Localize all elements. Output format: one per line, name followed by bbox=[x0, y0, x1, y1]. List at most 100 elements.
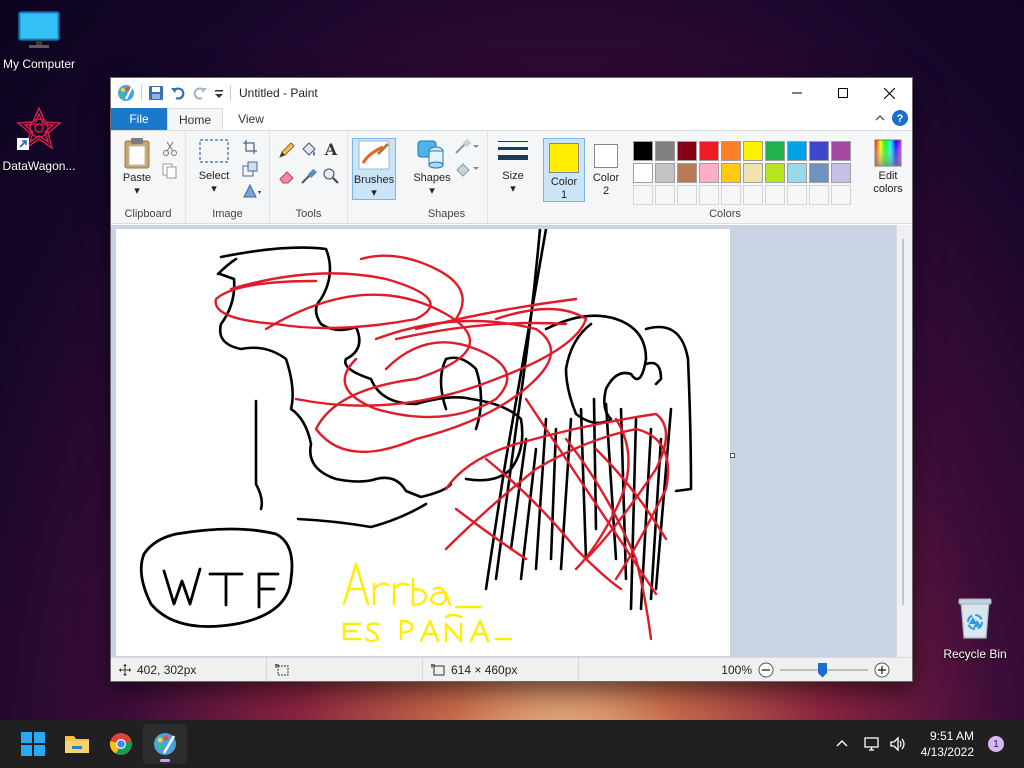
collapse-ribbon-icon[interactable] bbox=[874, 112, 886, 124]
scrollbar-thumb[interactable] bbox=[902, 239, 904, 605]
monitor-icon bbox=[18, 11, 60, 48]
palette-swatch[interactable] bbox=[699, 141, 719, 161]
save-icon[interactable] bbox=[148, 85, 164, 101]
outline-icon[interactable] bbox=[454, 139, 480, 155]
redo-icon[interactable] bbox=[192, 85, 208, 101]
color1-number: 1 bbox=[560, 189, 568, 201]
volume-icon[interactable] bbox=[889, 736, 907, 752]
cut-icon[interactable] bbox=[162, 141, 178, 157]
paint-app-icon bbox=[154, 733, 176, 755]
desktop-icon-datawagon[interactable]: DataWagon... bbox=[0, 106, 81, 173]
color-picker-icon[interactable] bbox=[300, 167, 318, 185]
select-button[interactable]: Select ▾ bbox=[194, 137, 234, 196]
color1-button[interactable]: Color 1 bbox=[543, 138, 585, 202]
chevron-up-icon[interactable] bbox=[835, 737, 849, 751]
palette-swatch[interactable] bbox=[809, 163, 829, 183]
palette-custom-swatch[interactable] bbox=[655, 185, 675, 205]
zoom-in-icon[interactable] bbox=[874, 662, 890, 678]
palette-swatch[interactable] bbox=[743, 163, 763, 183]
folder-icon bbox=[65, 736, 89, 753]
clock[interactable]: 9:51 AM 4/13/2022 bbox=[921, 728, 974, 760]
edit-colors-button[interactable]: Edit colors bbox=[868, 139, 908, 196]
zoom-slider-thumb[interactable] bbox=[818, 662, 827, 678]
palette-custom-swatch[interactable] bbox=[743, 185, 763, 205]
palette-swatch[interactable] bbox=[743, 141, 763, 161]
magnifier-icon[interactable] bbox=[322, 167, 340, 185]
customize-qat-icon[interactable] bbox=[214, 85, 224, 101]
taskbar-chrome[interactable] bbox=[99, 724, 143, 764]
fill-bucket-icon[interactable] bbox=[300, 141, 318, 159]
chevron-down-icon: ▾ bbox=[134, 185, 140, 197]
palette-swatch[interactable] bbox=[809, 141, 829, 161]
close-button[interactable] bbox=[866, 78, 912, 108]
palette-swatch[interactable] bbox=[655, 141, 675, 161]
palette-swatch[interactable] bbox=[787, 141, 807, 161]
maximize-button[interactable] bbox=[820, 78, 866, 108]
selection-size-icon bbox=[275, 663, 289, 675]
notification-badge[interactable]: 1 bbox=[988, 736, 1004, 752]
crop-icon[interactable] bbox=[242, 139, 258, 155]
paste-button[interactable]: Paste ▾ bbox=[117, 137, 157, 198]
fill-icon[interactable] bbox=[454, 161, 480, 177]
palette-custom-swatch[interactable] bbox=[787, 185, 807, 205]
palette-custom-swatch[interactable] bbox=[765, 185, 785, 205]
taskbar-paint[interactable] bbox=[143, 724, 187, 764]
eraser-icon[interactable] bbox=[278, 167, 296, 185]
zoom-out-icon[interactable] bbox=[758, 662, 774, 678]
palette-custom-swatch[interactable] bbox=[699, 185, 719, 205]
undo-icon[interactable] bbox=[170, 85, 186, 101]
minimize-button[interactable] bbox=[774, 78, 820, 108]
windows-logo-icon bbox=[21, 732, 45, 756]
palette-custom-swatch[interactable] bbox=[809, 185, 829, 205]
desktop-icon-my-computer[interactable]: My Computer bbox=[0, 10, 81, 71]
palette-swatch[interactable] bbox=[655, 163, 675, 183]
tab-home[interactable]: Home bbox=[167, 108, 223, 130]
desktop-icon-recycle-bin[interactable]: Recycle Bin bbox=[933, 596, 1017, 661]
resize-icon[interactable] bbox=[242, 161, 258, 177]
vertical-scrollbar[interactable] bbox=[896, 225, 912, 657]
pencil-icon[interactable] bbox=[278, 141, 296, 159]
copy-icon[interactable] bbox=[162, 163, 178, 179]
tab-file[interactable]: File bbox=[111, 108, 167, 130]
window-title: Untitled - Paint bbox=[239, 86, 318, 100]
rotate-icon[interactable] bbox=[242, 183, 262, 199]
palette-swatch[interactable] bbox=[633, 141, 653, 161]
color2-button[interactable]: Color 2 bbox=[587, 138, 625, 202]
desktop-icon-label: My Computer bbox=[2, 57, 76, 71]
tab-view[interactable]: View bbox=[223, 108, 279, 130]
palette-swatch[interactable] bbox=[633, 163, 653, 183]
taskbar-file-explorer[interactable] bbox=[55, 724, 99, 764]
qat-separator bbox=[230, 85, 231, 101]
shapes-button[interactable]: Shapes ▾ bbox=[412, 137, 452, 198]
palette-swatch[interactable] bbox=[677, 141, 697, 161]
text-icon[interactable]: A bbox=[322, 140, 340, 158]
network-icon[interactable] bbox=[863, 736, 881, 752]
shapes-icon bbox=[417, 140, 444, 169]
palette-swatch[interactable] bbox=[787, 163, 807, 183]
ribbon-tabs: File Home View ? bbox=[111, 108, 912, 130]
palette-custom-swatch[interactable] bbox=[633, 185, 653, 205]
drawing-strokes bbox=[139, 227, 693, 643]
start-button[interactable] bbox=[11, 724, 55, 764]
group-colors: Color 1 Color 2 Edit colors Colors bbox=[538, 131, 912, 223]
drawing-canvas[interactable] bbox=[116, 227, 730, 656]
palette-custom-swatch[interactable] bbox=[677, 185, 697, 205]
help-icon[interactable]: ? bbox=[892, 110, 908, 126]
size-button[interactable]: Size ▾ bbox=[494, 137, 532, 196]
palette-swatch[interactable] bbox=[765, 141, 785, 161]
palette-custom-swatch[interactable] bbox=[831, 185, 851, 205]
palette-swatch[interactable] bbox=[699, 163, 719, 183]
palette-swatch[interactable] bbox=[721, 163, 741, 183]
palette-swatch[interactable] bbox=[765, 163, 785, 183]
palette-swatch[interactable] bbox=[831, 163, 851, 183]
zoom-slider[interactable] bbox=[780, 662, 868, 678]
status-bar: 402, 302px 614 × 460px 100% bbox=[111, 657, 912, 681]
canvas-resize-handle[interactable] bbox=[730, 453, 735, 458]
palette-swatch[interactable] bbox=[677, 163, 697, 183]
palette-swatch[interactable] bbox=[721, 141, 741, 161]
paint-app-icon[interactable] bbox=[117, 84, 135, 102]
clock-time: 9:51 AM bbox=[929, 729, 974, 743]
palette-swatch[interactable] bbox=[831, 141, 851, 161]
brushes-button[interactable]: Brushes ▾ bbox=[352, 138, 396, 200]
palette-custom-swatch[interactable] bbox=[721, 185, 741, 205]
